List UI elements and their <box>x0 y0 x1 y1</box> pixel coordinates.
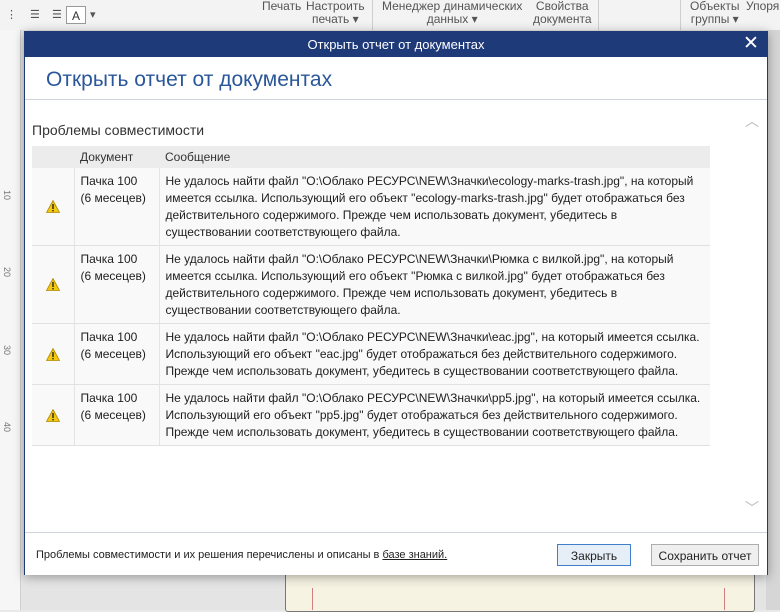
ribbon: ⋮ ☰ ☰ A ▾ Печать Настроить печать ▾ Мене… <box>0 0 780 31</box>
chevron-down-icon[interactable]: ▾ <box>90 8 96 21</box>
row-icon-cell <box>32 323 75 385</box>
dialog-content: Проблемы совместимости Документ Сообщени… <box>25 100 767 532</box>
scroll-up-icon[interactable]: ︿ <box>744 114 760 128</box>
close-icon[interactable]: ✕ <box>741 34 761 54</box>
open-report-dialog: Открыть отчет от документах ✕ Открыть от… <box>24 31 768 575</box>
print-setup-button[interactable]: Настроить печать ▾ <box>306 0 365 26</box>
document-name: Пачка 100 <box>80 330 138 344</box>
warning-icon <box>32 278 74 291</box>
row-icon-cell <box>32 384 75 446</box>
document-period: (6 месецев) <box>80 191 146 205</box>
right-panel-strip <box>766 30 780 610</box>
ribbon-divider <box>372 0 373 30</box>
scroll-down-icon[interactable]: ﹀ <box>744 501 760 515</box>
row-document-cell: Пачка 100 (6 месецев) <box>74 384 160 446</box>
table-row[interactable]: Пачка 100 (6 месецев) Не удалось найти ф… <box>32 245 710 324</box>
row-document-cell: Пачка 100 (6 месецев) <box>74 323 160 385</box>
ribbon-divider <box>680 0 681 30</box>
table-row[interactable]: Пачка 100 (6 месецев) Не удалось найти ф… <box>32 168 710 246</box>
ruler-tick: 30 <box>2 345 12 356</box>
font-color-box[interactable]: A <box>66 6 86 24</box>
document-properties-button[interactable]: Свойства документа <box>533 0 592 26</box>
row-document-cell: Пачка 100 (6 месецев) <box>74 245 160 324</box>
document-name: Пачка 100 <box>80 391 138 405</box>
dialog-header: Открыть отчет от документах <box>25 57 767 100</box>
margin-guide <box>312 588 313 610</box>
warning-icon <box>32 347 74 361</box>
dialog-footer: Проблемы совместимости и их решения пере… <box>25 532 767 575</box>
document-sheet <box>285 570 755 612</box>
list-icon[interactable]: ☰ <box>52 8 62 21</box>
arrange-button[interactable]: Упоря <box>746 0 779 13</box>
ruler-tick: 20 <box>2 267 12 278</box>
row-message-cell: Не удалось найти файл "O:\Облако РЕСУРС\… <box>159 168 710 246</box>
document-name: Пачка 100 <box>80 174 138 188</box>
knowledge-base-link[interactable]: базе знаний. <box>382 549 447 561</box>
save-report-button[interactable]: Сохранить отчет <box>651 544 759 566</box>
ruler-tick: 10 <box>2 190 12 201</box>
group-objects-button[interactable]: Объекты группы ▾ <box>690 0 740 26</box>
row-document-cell: Пачка 100 (6 месецев) <box>74 168 160 246</box>
footer-text: Проблемы совместимости и их решения пере… <box>36 549 383 561</box>
align-icon[interactable]: ☰ <box>30 8 40 21</box>
arrange-label: Упоря <box>746 0 780 13</box>
table-row[interactable]: Пачка 100 (6 месецев) Не удалось найти ф… <box>32 323 710 385</box>
row-message-cell: Не удалось найти файл "O:\Облако РЕСУРС\… <box>159 323 710 385</box>
row-icon-cell <box>32 168 75 246</box>
row-message-cell: Не удалось найти файл "O:\Облако РЕСУРС\… <box>159 384 710 446</box>
footer-info: Проблемы совместимости и их решения пере… <box>36 549 447 561</box>
close-button[interactable]: Закрыть <box>557 544 631 566</box>
ribbon-mini-icon[interactable]: ⋮ <box>6 8 17 21</box>
compatibility-issues-table: Документ Сообщение Пачка 100 (6 месецев) <box>32 146 710 446</box>
margin-guide <box>724 588 725 610</box>
dynamic-data-label-2: данных ▾ <box>426 12 478 26</box>
dynamic-data-manager-button[interactable]: Менеджер динамических данных ▾ <box>382 0 522 26</box>
document-period: (6 месецев) <box>80 408 146 422</box>
doc-props-label-2: документа <box>533 12 592 26</box>
document-period: (6 месецев) <box>80 269 146 283</box>
warning-icon <box>32 408 74 422</box>
print-button[interactable]: Печать <box>262 0 301 13</box>
vertical-ruler: 10 20 30 40 <box>0 30 21 610</box>
page-title: Открыть отчет от документах <box>46 68 333 91</box>
group-objects-label-2: группы ▾ <box>690 12 739 26</box>
table-row[interactable]: Пачка 100 (6 месецев) Не удалось найти ф… <box>32 384 710 446</box>
document-name: Пачка 100 <box>80 252 138 266</box>
section-title: Проблемы совместимости <box>32 122 205 138</box>
table-header-row: Документ Сообщение <box>32 146 710 168</box>
column-header-message: Сообщение <box>159 146 710 168</box>
row-icon-cell <box>32 245 75 324</box>
column-header-document: Документ <box>74 146 159 168</box>
ribbon-divider <box>598 0 599 30</box>
ruler-tick: 40 <box>2 422 12 433</box>
column-header-icon <box>32 146 74 168</box>
row-message-cell: Не удалось найти файл "O:\Облако РЕСУРС\… <box>159 245 710 324</box>
warning-icon <box>32 200 74 213</box>
print-label: Печать <box>262 0 302 13</box>
dialog-titlebar[interactable]: Открыть отчет от документах ✕ <box>25 32 767 57</box>
document-period: (6 месецев) <box>80 347 146 361</box>
print-setup-label-2: печать ▾ <box>312 12 359 26</box>
dialog-window-title: Открыть отчет от документах <box>307 37 485 52</box>
